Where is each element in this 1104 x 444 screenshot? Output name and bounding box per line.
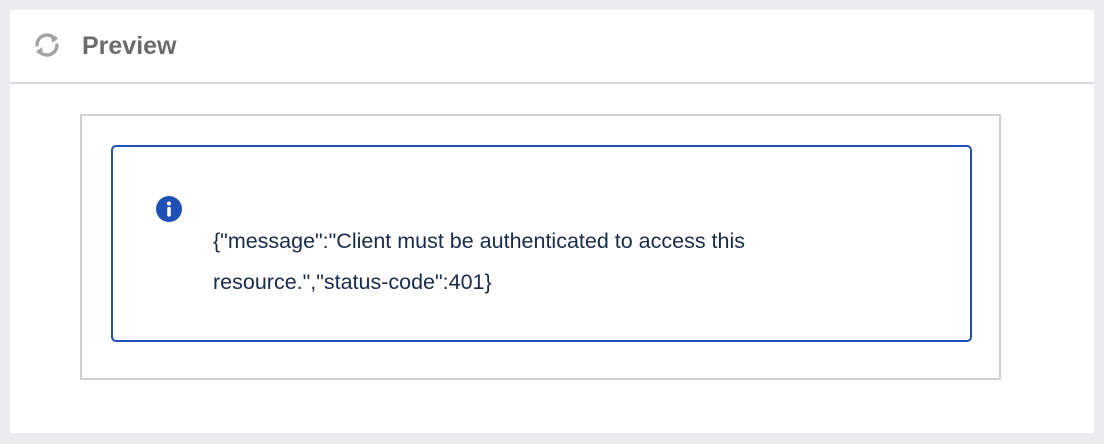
info-message-box: {"message":"Client must be authenticated… (111, 145, 972, 342)
panel-title: Preview (82, 32, 177, 60)
panel-header: Preview (10, 10, 1094, 84)
info-icon (155, 195, 183, 223)
message-text: {"message":"Client must be authenticated… (213, 229, 746, 294)
refresh-icon[interactable] (30, 28, 64, 62)
